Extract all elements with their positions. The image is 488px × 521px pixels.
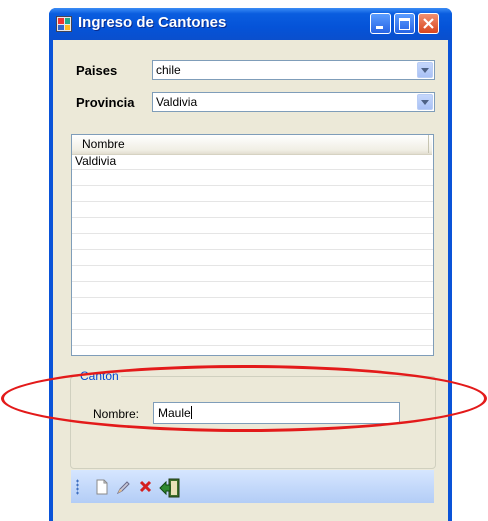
column-header-nombre[interactable]: Nombre — [72, 135, 429, 153]
edit-pencil-icon — [116, 481, 130, 495]
new-button[interactable] — [93, 478, 111, 496]
paises-selected-value: chile — [156, 63, 181, 77]
exit-button[interactable] — [159, 478, 181, 498]
provincia-selected-value: Valdivia — [156, 95, 198, 109]
nombre-input-value: Maule — [158, 406, 191, 420]
list-item[interactable] — [72, 186, 433, 202]
list-item[interactable] — [72, 250, 433, 266]
provincia-combobox[interactable]: Valdivia — [152, 92, 435, 112]
paises-combobox[interactable]: chile — [152, 60, 435, 80]
app-icon[interactable] — [56, 16, 72, 32]
canton-group-title: Canton — [78, 369, 121, 383]
nombre-input[interactable]: Maule — [153, 402, 400, 424]
paises-label: Paises — [76, 63, 118, 78]
list-header: Nombre — [72, 135, 432, 155]
provincia-label: Provincia — [76, 95, 135, 110]
list-item[interactable]: Valdivia — [72, 154, 433, 170]
list-item[interactable] — [72, 170, 433, 186]
list-item[interactable] — [72, 298, 433, 314]
list-item[interactable] — [72, 218, 433, 234]
main-window: Ingreso de Cantones Paises chile Provinc… — [49, 8, 452, 521]
chevron-down-icon[interactable] — [417, 62, 433, 78]
edit-button[interactable] — [115, 478, 133, 496]
toolbar-grip[interactable] — [76, 479, 79, 495]
close-icon — [423, 18, 434, 29]
exit-door-icon — [159, 478, 180, 498]
close-button[interactable] — [418, 13, 439, 34]
window-title: Ingreso de Cantones — [78, 14, 227, 31]
new-document-icon — [96, 479, 108, 495]
list-item[interactable] — [72, 234, 433, 250]
cantones-listview[interactable]: Nombre Valdivia — [71, 134, 434, 356]
title-bar[interactable]: Ingreso de Cantones — [49, 8, 452, 40]
text-caret — [190, 406, 192, 419]
delete-x-icon — [139, 480, 152, 493]
maximize-button[interactable] — [394, 13, 415, 34]
chevron-down-icon[interactable] — [417, 94, 433, 110]
nombre-label: Nombre: — [93, 407, 140, 421]
list-item[interactable] — [72, 282, 433, 298]
list-item[interactable] — [72, 202, 433, 218]
list-item[interactable] — [72, 266, 433, 282]
form-client-area: Paises chile Provincia Valdivia Nombre V… — [53, 40, 448, 521]
list-item[interactable] — [72, 314, 433, 330]
delete-button[interactable] — [137, 478, 155, 496]
toolbar — [71, 470, 434, 503]
list-item[interactable] — [72, 330, 433, 346]
minimize-button[interactable] — [370, 13, 391, 34]
